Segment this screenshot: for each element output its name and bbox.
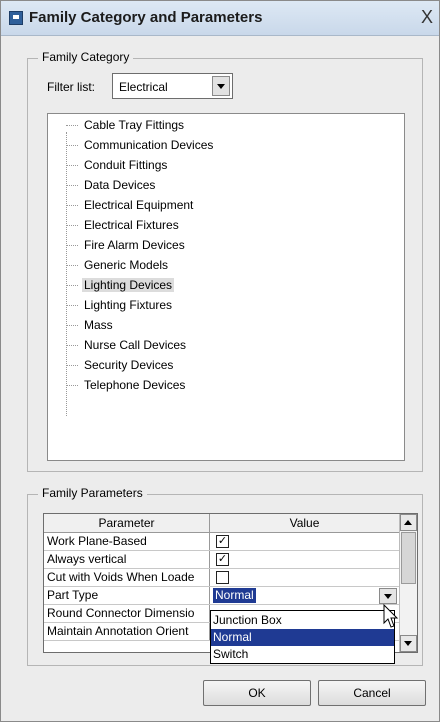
param-value-cell: Normal bbox=[210, 587, 399, 604]
tree-item-label: Generic Models bbox=[84, 258, 169, 272]
tree-item-label: Lighting Fixtures bbox=[84, 298, 173, 312]
tree-connector bbox=[66, 285, 78, 286]
part-type-dropdown-list: Junction Box Normal Switch bbox=[210, 610, 395, 664]
close-button[interactable]: X bbox=[419, 8, 435, 26]
ok-button[interactable]: OK bbox=[203, 680, 311, 706]
dropdown-option-normal[interactable]: Normal bbox=[211, 629, 394, 646]
tree-item-label: Electrical Equipment bbox=[84, 198, 194, 212]
title-bar: Family Category and Parameters X bbox=[1, 1, 439, 36]
tree-connector bbox=[66, 365, 78, 366]
filter-label: Filter list: bbox=[47, 80, 95, 94]
param-name: Cut with Voids When Loade bbox=[44, 569, 210, 586]
tree-connector bbox=[66, 205, 78, 206]
tree-connector bbox=[66, 345, 78, 346]
table-row: Work Plane-Based ✓ bbox=[44, 533, 399, 551]
tree-item-label: Nurse Call Devices bbox=[84, 338, 187, 352]
table-row: Always vertical ✓ bbox=[44, 551, 399, 569]
tree-item-label: Telephone Devices bbox=[84, 378, 186, 392]
dropdown-option-junction-box[interactable]: Junction Box bbox=[211, 612, 394, 629]
tree-connector bbox=[66, 125, 78, 126]
scroll-thumb[interactable] bbox=[401, 532, 416, 584]
table-row: Cut with Voids When Loade bbox=[44, 569, 399, 587]
mouse-cursor-icon bbox=[383, 604, 399, 628]
tree-item-label: Data Devices bbox=[84, 178, 156, 192]
tree-connector bbox=[66, 165, 78, 166]
tree-item-label: Cable Tray Fittings bbox=[84, 118, 185, 132]
scroll-up-icon[interactable] bbox=[400, 514, 417, 531]
window-title: Family Category and Parameters bbox=[29, 9, 263, 26]
tree-item-label: Communication Devices bbox=[84, 138, 214, 152]
part-type-select[interactable]: Normal bbox=[211, 588, 397, 604]
dropdown-option-switch[interactable]: Switch bbox=[211, 646, 394, 663]
column-header-value[interactable]: Value bbox=[210, 514, 399, 532]
part-type-value: Normal bbox=[213, 588, 256, 603]
param-name: Round Connector Dimensio bbox=[44, 605, 210, 622]
category-tree[interactable]: Cable Tray Fittings Communication Device… bbox=[47, 113, 405, 461]
tree-item-label: Electrical Fixtures bbox=[84, 218, 179, 232]
chevron-down-icon[interactable] bbox=[212, 76, 230, 96]
param-name: Part Type bbox=[44, 587, 210, 604]
tree-connector bbox=[66, 265, 78, 266]
grid-scrollbar[interactable] bbox=[399, 514, 417, 652]
cut-with-voids-checkbox[interactable] bbox=[216, 571, 229, 584]
scroll-down-icon[interactable] bbox=[400, 635, 417, 652]
tree-item-label: Mass bbox=[84, 318, 113, 332]
tree-connector bbox=[66, 185, 78, 186]
param-value-cell bbox=[210, 569, 399, 586]
tree-connector bbox=[66, 245, 78, 246]
tree-connector bbox=[66, 385, 78, 386]
tree-item-label: Security Devices bbox=[84, 358, 174, 372]
tree-connector bbox=[66, 305, 78, 306]
work-plane-based-checkbox[interactable]: ✓ bbox=[216, 535, 229, 548]
dialog-window: Family Category and Parameters X Family … bbox=[0, 0, 440, 722]
param-value-cell: ✓ bbox=[210, 533, 399, 550]
grid-header: Parameter Value bbox=[44, 514, 399, 533]
always-vertical-checkbox[interactable]: ✓ bbox=[216, 553, 229, 566]
filter-list-value: Electrical bbox=[119, 80, 168, 94]
tree-connector bbox=[66, 225, 78, 226]
table-row: Part Type Normal bbox=[44, 587, 399, 605]
chevron-down-icon[interactable] bbox=[379, 588, 397, 604]
family-parameters-legend: Family Parameters bbox=[38, 486, 147, 500]
param-name: Always vertical bbox=[44, 551, 210, 568]
param-name: Work Plane-Based bbox=[44, 533, 210, 550]
family-category-legend: Family Category bbox=[38, 50, 134, 64]
tree-item-label: Lighting Devices bbox=[82, 278, 175, 292]
app-icon bbox=[9, 11, 23, 25]
tree-item-label: Conduit Fittings bbox=[84, 158, 168, 172]
column-header-parameter[interactable]: Parameter bbox=[44, 514, 210, 532]
tree-connector bbox=[66, 325, 78, 326]
cancel-button[interactable]: Cancel bbox=[318, 680, 426, 706]
param-value-cell: ✓ bbox=[210, 551, 399, 568]
tree-item-label: Fire Alarm Devices bbox=[84, 238, 185, 252]
param-name: Maintain Annotation Orient bbox=[44, 623, 210, 640]
filter-list-combo[interactable]: Electrical bbox=[112, 73, 233, 99]
tree-guide-line bbox=[66, 132, 67, 416]
tree-connector bbox=[66, 145, 78, 146]
